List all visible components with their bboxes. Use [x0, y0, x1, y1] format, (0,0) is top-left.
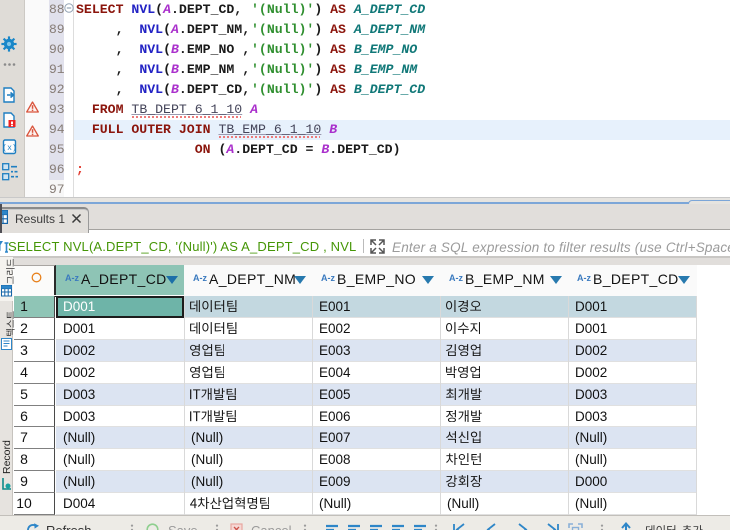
svg-text:(x): (x): [2, 144, 16, 153]
